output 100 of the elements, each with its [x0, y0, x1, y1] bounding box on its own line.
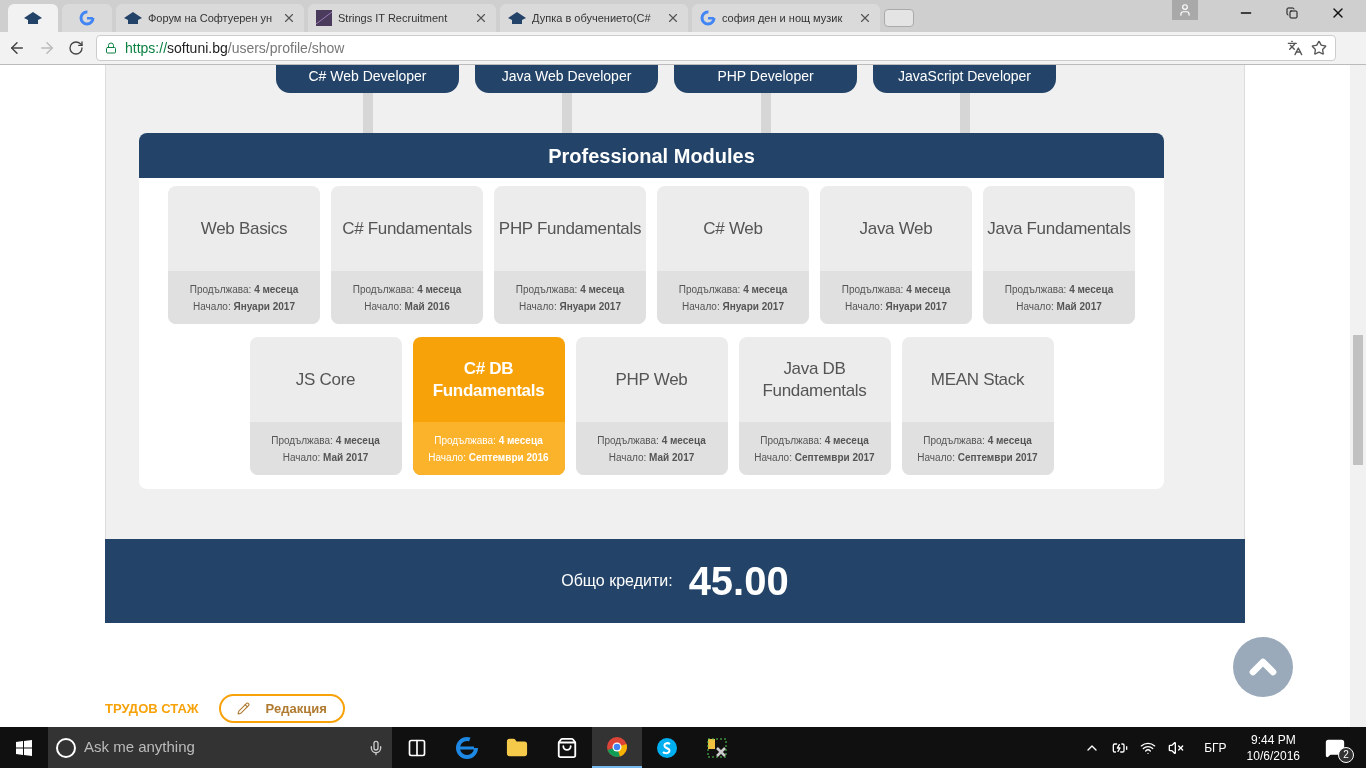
close-icon[interactable]	[666, 11, 680, 25]
close-icon[interactable]	[474, 11, 488, 25]
search-field[interactable]: Ask me anything	[48, 727, 392, 768]
credits-label: Общо кредити:	[561, 571, 673, 591]
module-title: Java DB Fundamentals	[761, 357, 868, 402]
module-duration: Продължава: 4 месеца	[189, 282, 299, 297]
module-start: Начало: Май 2017	[608, 450, 695, 465]
skype-icon	[656, 736, 678, 759]
user-icon	[1178, 3, 1192, 17]
clock-time: 9:44 PM	[1250, 731, 1296, 748]
module-duration: Продължава: 4 месеца	[515, 282, 625, 297]
microphone-icon	[368, 739, 384, 756]
url-text: https://softuni.bg/users/profile/show	[125, 38, 345, 58]
bookmark-star-icon[interactable]	[1311, 40, 1327, 56]
back-icon[interactable]	[8, 39, 26, 57]
browser-tab[interactable]	[8, 4, 58, 32]
edge-icon	[456, 736, 478, 759]
module-start: Начало: Януари 2017	[519, 299, 621, 314]
module-card[interactable]: Web Basics Продължава: 4 месеца Начало: Януари 2017	[168, 186, 320, 324]
browser-tab[interactable]: Форум на Софтуерен ун	[116, 4, 304, 32]
tab-title: Strings IT Recruitment	[338, 10, 449, 26]
track-button[interactable]: Java Web Developer	[475, 65, 658, 93]
module-title: Java Web	[859, 217, 933, 240]
module-duration: Продължава: 4 месеца	[923, 433, 1032, 448]
module-card[interactable]: MEAN Stack Продължава: 4 месеца Начало: Септември 2017	[901, 337, 1054, 475]
browser-tab[interactable]: софия ден и нощ музик	[692, 4, 880, 32]
hat-icon	[124, 12, 142, 24]
module-card[interactable]: Java Fundamentals Продължава: 4 месеца Начало: Май 2017	[983, 186, 1135, 324]
chrome-icon	[606, 735, 628, 758]
tab-title: Дупка в обучението(C#	[532, 10, 652, 26]
notification-count: 2	[1338, 746, 1354, 763]
muted-speaker-icon[interactable]	[1168, 739, 1185, 756]
module-start: Начало: Септември 2016	[428, 450, 549, 465]
module-card[interactable]: C# Web Продължава: 4 месеца Начало: Януари 2017	[657, 186, 809, 324]
module-start: Начало: Май 2016	[364, 299, 450, 314]
search-placeholder: Ask me anything	[84, 737, 196, 758]
lock-icon	[105, 42, 117, 54]
hat-icon	[24, 12, 42, 24]
close-icon[interactable]	[858, 11, 872, 25]
module-title: C# DB Fundamentals	[431, 357, 546, 402]
module-title: C# Fundamentals	[342, 217, 472, 240]
module-card[interactable]: PHP Web Продължава: 4 месеца Начало: Май 2017	[575, 337, 728, 475]
translate-icon[interactable]	[1287, 40, 1303, 56]
tab-title: Форум на Софтуерен ун	[148, 10, 274, 26]
module-start: Начало: Май 2017	[282, 450, 369, 465]
edit-button[interactable]: Редакция	[218, 694, 345, 723]
hat-icon	[508, 12, 526, 24]
pencil-icon	[236, 702, 250, 715]
module-duration: Продължава: 4 месеца	[271, 433, 380, 448]
module-title: Web Basics	[200, 217, 288, 240]
module-start: Начало: Май 2017	[1016, 299, 1102, 314]
module-title: Java Fundamentals	[987, 217, 1131, 240]
module-duration: Продължава: 4 месеца	[841, 282, 951, 297]
store-icon	[556, 736, 578, 759]
module-card[interactable]: JS Core Продължава: 4 месеца Начало: Май 2017	[249, 337, 402, 475]
thumbnail-icon	[316, 10, 332, 26]
module-start: Начало: Септември 2017	[754, 450, 875, 465]
language-indicator[interactable]: БГР	[1204, 738, 1227, 757]
module-title: MEAN Stack	[930, 368, 1025, 391]
module-title: PHP Fundamentals	[498, 217, 642, 240]
track-button[interactable]: C# Web Developer	[276, 65, 459, 93]
module-title: JS Core	[295, 368, 356, 391]
track-button[interactable]: JavaScript Developer	[873, 65, 1056, 93]
module-start: Начало: Януари 2017	[682, 299, 784, 314]
module-duration: Продължава: 4 месеца	[597, 433, 706, 448]
panel-title: Professional Modules	[548, 143, 755, 169]
module-title: PHP Web	[615, 368, 688, 391]
module-duration: Продължава: 4 месеца	[434, 433, 543, 448]
module-card[interactable]: Java Web Продължава: 4 месеца Начало: Януари 2017	[820, 186, 972, 324]
tab-title: софия ден и нощ музик	[722, 10, 844, 26]
windows-icon	[16, 739, 32, 756]
folder-icon	[506, 736, 528, 759]
module-duration: Продължава: 4 месеца	[760, 433, 869, 448]
restore-icon[interactable]	[1286, 7, 1298, 19]
reload-icon[interactable]	[68, 40, 84, 56]
cortana-icon	[56, 737, 76, 758]
module-card[interactable]: PHP Fundamentals Продължава: 4 месеца Начало: Януари 2017	[494, 186, 646, 324]
credits-value: 45.00	[688, 558, 789, 605]
track-button[interactable]: PHP Developer	[674, 65, 857, 93]
task-view-icon	[407, 737, 427, 758]
module-title: C# Web	[703, 217, 763, 240]
module-duration: Продължава: 4 месеца	[352, 282, 462, 297]
scrollbar[interactable]	[1350, 65, 1366, 727]
google-icon	[700, 10, 716, 26]
module-card[interactable]: C# Fundamentals Продължава: 4 месеца Начало: Май 2016	[331, 186, 483, 324]
module-start: Начало: Януари 2017	[845, 299, 947, 314]
browser-tab[interactable]: Strings IT Recruitment	[308, 4, 496, 32]
tools-icon	[705, 735, 729, 760]
address-field[interactable]: https://softuni.bg/users/profile/show	[96, 35, 1336, 61]
module-start: Начало: Септември 2017	[917, 450, 1038, 465]
section-heading: ТРУДОВ СТАЖ	[105, 699, 199, 718]
module-start: Начало: Януари 2017	[193, 299, 295, 314]
taskbar-app-button[interactable]	[592, 727, 642, 768]
google-icon	[79, 10, 95, 26]
clock-date: 10/6/2016	[1246, 747, 1300, 764]
module-card[interactable]: Java DB Fundamentals Продължава: 4 месеца Начало: Септември 2017	[738, 337, 891, 475]
module-duration: Продължава: 4 месеца	[678, 282, 788, 297]
close-icon[interactable]	[282, 11, 296, 25]
browser-tab[interactable]: Дупка в обучението(C#	[500, 4, 688, 32]
module-duration: Продължава: 4 месеца	[1004, 282, 1114, 297]
